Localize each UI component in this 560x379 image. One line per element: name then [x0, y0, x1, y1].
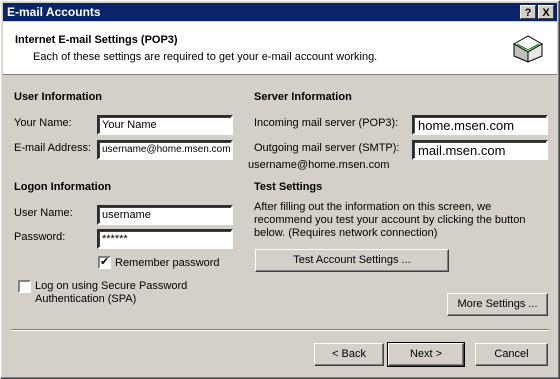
dialog-header: Internet E-mail Settings (POP3) Each of …: [3, 22, 557, 75]
password-label: Password:: [14, 231, 66, 243]
server-annotation: username@home.msen.com: [248, 159, 390, 171]
logon-info-heading: Logon Information: [14, 181, 112, 193]
outgoing-server-label: Outgoing mail server (SMTP):: [254, 142, 400, 154]
test-settings-text-line3: below. (Requires network connection): [254, 227, 438, 239]
outgoing-server-input[interactable]: mail.msen.com: [412, 140, 548, 160]
cancel-button[interactable]: Cancel: [475, 343, 548, 366]
test-account-settings-button[interactable]: Test Account Settings ...: [255, 249, 449, 272]
remember-password-checkbox[interactable]: ✔: [98, 256, 111, 269]
user-name-input[interactable]: username: [97, 205, 233, 225]
remember-password-label: Remember password: [115, 257, 220, 269]
next-button[interactable]: Next >: [387, 342, 465, 367]
server-info-heading: Server Information: [254, 91, 352, 103]
more-settings-button[interactable]: More Settings ...: [447, 293, 548, 316]
password-input[interactable]: ******: [97, 229, 233, 249]
email-address-label: E-mail Address:: [14, 142, 92, 154]
help-button[interactable]: ?: [520, 5, 536, 19]
spa-label-line2: Authentication (SPA): [35, 293, 137, 305]
email-envelope-icon: [512, 35, 544, 63]
header-title: Internet E-mail Settings (POP3): [15, 34, 178, 46]
email-accounts-dialog: E-mail Accounts ? X Internet E-mail Sett…: [0, 0, 560, 379]
back-button[interactable]: < Back: [314, 343, 384, 366]
close-button[interactable]: X: [538, 5, 554, 19]
user-info-heading: User Information: [14, 91, 103, 103]
incoming-server-input[interactable]: home.msen.com: [412, 115, 548, 135]
header-subtitle: Each of these settings are required to g…: [33, 51, 378, 63]
incoming-server-label: Incoming mail server (POP3):: [254, 117, 399, 129]
user-name-label: User Name:: [14, 207, 73, 219]
spa-checkbox[interactable]: [18, 280, 31, 293]
test-settings-text-line2: recommend you test your account by click…: [254, 214, 526, 226]
test-settings-text-line1: After filling out the information on thi…: [254, 201, 492, 213]
test-settings-heading: Test Settings: [254, 181, 323, 193]
your-name-label: Your Name:: [14, 117, 72, 129]
email-address-input[interactable]: username@home.msen.com: [97, 140, 233, 160]
footer-separator: [11, 329, 549, 331]
your-name-input[interactable]: Your Name: [97, 115, 233, 135]
spa-label-line1: Log on using Secure Password: [35, 280, 188, 292]
window-title: E-mail Accounts: [7, 5, 101, 19]
title-bar: E-mail Accounts ? X: [3, 3, 557, 21]
